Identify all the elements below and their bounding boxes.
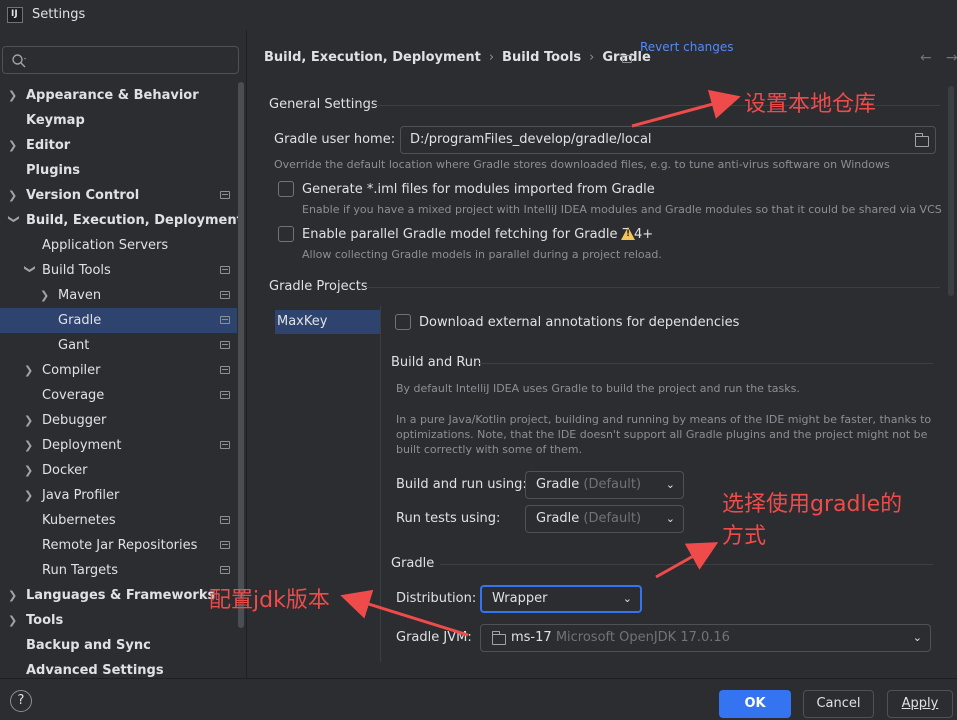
- project-level-icon: [220, 191, 230, 199]
- sidebar-item-docker[interactable]: ❯ Docker: [0, 458, 237, 483]
- apply-button[interactable]: Apply: [887, 690, 953, 718]
- help-button[interactable]: ?: [10, 690, 32, 712]
- section-divider: [366, 287, 940, 288]
- download-annotations-label: Download external annotations for depend…: [419, 315, 740, 330]
- build-run-using-label: Build and run using:: [396, 477, 527, 492]
- chevron-down-icon: ⌄: [665, 512, 675, 525]
- project-list-item[interactable]: MaxKey: [275, 310, 380, 334]
- gradle-user-home-field[interactable]: D:/programFiles_develop/gradle/local: [400, 126, 936, 154]
- forward-arrow-icon[interactable]: →: [946, 50, 957, 66]
- build-and-run-title: Build and Run: [391, 355, 482, 370]
- project-level-icon: [220, 366, 230, 374]
- sidebar-item-appearance-behavior[interactable]: ❯ Appearance & Behavior: [0, 83, 237, 108]
- sidebar-item-debugger[interactable]: ❯ Debugger: [0, 408, 237, 433]
- project-level-icon: [220, 566, 230, 574]
- sidebar-item-tools[interactable]: ❯ Tools: [0, 608, 237, 633]
- parallel-fetch-hint: Allow collecting Gradle models in parall…: [302, 248, 662, 261]
- breadcrumb: Build, Execution, Deployment › Build Tools…: [264, 50, 651, 65]
- ok-button[interactable]: OK: [719, 690, 791, 718]
- annotation-local-repo: 设置本地仓库: [744, 92, 877, 117]
- chevron-down-icon: ⌄: [665, 478, 675, 491]
- warning-icon: !: [621, 227, 635, 240]
- run-tests-using-select[interactable]: Gradle (Default) ⌄: [525, 505, 684, 533]
- generate-iml-label: Generate *.iml files for modules importe…: [302, 182, 655, 197]
- project-level-icon: [220, 341, 230, 349]
- sidebar-item-kubernetes[interactable]: Kubernetes: [0, 508, 237, 533]
- back-arrow-icon[interactable]: ←: [920, 50, 932, 66]
- build-run-using-select[interactable]: Gradle (Default) ⌄: [525, 471, 684, 499]
- breadcrumb-item[interactable]: Build, Execution, Deployment: [264, 50, 481, 65]
- content-scrollbar[interactable]: [948, 86, 954, 296]
- sidebar-item-backup-and-sync[interactable]: Backup and Sync: [0, 633, 237, 658]
- annotation-jdk-version: 配置jdk版本: [209, 588, 330, 613]
- project-level-icon: [220, 441, 230, 449]
- general-settings-title: General Settings: [269, 97, 378, 112]
- sidebar-item-application-servers[interactable]: Application Servers: [0, 233, 237, 258]
- gradle-user-home-label: Gradle user home:: [274, 132, 396, 147]
- chevron-down-icon: ⌄: [912, 631, 922, 644]
- sidebar-item-deployment[interactable]: ❯ Deployment: [0, 433, 237, 458]
- sidebar-item-keymap[interactable]: Keymap: [0, 108, 237, 133]
- sidebar-item-editor[interactable]: ❯ Editor: [0, 133, 237, 158]
- sidebar-item-languages-frameworks[interactable]: ❯ Languages & Frameworks: [0, 583, 237, 608]
- section-divider: [478, 363, 933, 364]
- gradle-section-title: Gradle: [391, 556, 435, 571]
- gradle-projects-title: Gradle Projects: [269, 279, 368, 294]
- sidebar-item-version-control[interactable]: ❯ Version Control: [0, 183, 237, 208]
- parallel-fetch-checkbox[interactable]: [278, 226, 294, 242]
- search-icon: [12, 54, 26, 68]
- sidebar-item-plugins[interactable]: Plugins: [0, 158, 237, 183]
- project-level-icon: [220, 391, 230, 399]
- breadcrumb-separator-icon: ›: [488, 50, 495, 65]
- sidebar-item-build-execution-deployment[interactable]: ❯ Build, Execution, Deployment: [0, 208, 243, 233]
- gradle-jvm-select[interactable]: ms-17 Microsoft OpenJDK 17.0.16 ⌄: [480, 624, 931, 652]
- section-divider: [440, 564, 933, 565]
- sidebar-scrollbar[interactable]: [238, 82, 244, 628]
- annotation-gradle-mode-line1: 选择使用gradle的: [722, 492, 903, 517]
- sidebar-item-java-profiler[interactable]: ❯ Java Profiler: [0, 483, 237, 508]
- sidebar-item-gant[interactable]: Gant: [0, 333, 237, 358]
- project-level-icon: [220, 316, 230, 324]
- app-logo-icon: IJ: [7, 7, 23, 23]
- generate-iml-hint: Enable if you have a mixed project with …: [302, 203, 942, 216]
- download-annotations-checkbox[interactable]: [395, 314, 411, 330]
- jdk-folder-icon: [492, 631, 506, 645]
- generate-iml-checkbox[interactable]: [278, 181, 294, 197]
- project-level-icon: [220, 291, 230, 299]
- project-level-icon: [622, 55, 632, 63]
- distribution-select[interactable]: Wrapper ⌄: [480, 585, 642, 613]
- sidebar-item-gradle[interactable]: Gradle: [0, 308, 237, 333]
- breadcrumb-item[interactable]: Build Tools: [502, 50, 581, 65]
- title-bar: [0, 0, 957, 30]
- sidebar-item-run-targets[interactable]: Run Targets: [0, 558, 237, 583]
- project-level-icon: [220, 266, 230, 274]
- breadcrumb-separator-icon: ›: [589, 50, 595, 65]
- window-title: Settings: [32, 7, 86, 22]
- chevron-down-icon: ⌄: [622, 592, 632, 605]
- sidebar-item-build-tools[interactable]: ❯ Build Tools: [0, 258, 237, 283]
- sidebar-item-maven[interactable]: ❯ Maven: [0, 283, 237, 308]
- build-and-run-hint: By default IntelliJ IDEA uses Gradle to …: [396, 382, 800, 395]
- gradle-user-home-value: D:/programFiles_develop/gradle/local: [410, 132, 652, 147]
- folder-icon[interactable]: [915, 133, 929, 147]
- project-level-icon: [220, 516, 230, 524]
- sidebar-item-coverage[interactable]: Coverage: [0, 383, 237, 408]
- build-and-run-note: In a pure Java/Kotlin project, building …: [396, 413, 932, 456]
- gradle-user-home-hint: Override the default location where Grad…: [274, 158, 890, 171]
- cancel-button[interactable]: Cancel: [803, 690, 874, 718]
- project-level-icon: [220, 541, 230, 549]
- gradle-jvm-label: Gradle JVM:: [396, 630, 472, 645]
- revert-changes-link[interactable]: Revert changes: [640, 40, 734, 54]
- run-tests-using-label: Run tests using:: [396, 511, 501, 526]
- parallel-fetch-label: Enable parallel Gradle model fetching fo…: [302, 227, 654, 242]
- sidebar-item-remote-jar-repositories[interactable]: Remote Jar Repositories: [0, 533, 237, 558]
- settings-search-input[interactable]: [2, 46, 239, 74]
- distribution-label: Distribution:: [396, 591, 477, 606]
- sidebar-item-compiler[interactable]: ❯ Compiler: [0, 358, 237, 383]
- annotation-gradle-mode-line2: 方式: [722, 524, 767, 549]
